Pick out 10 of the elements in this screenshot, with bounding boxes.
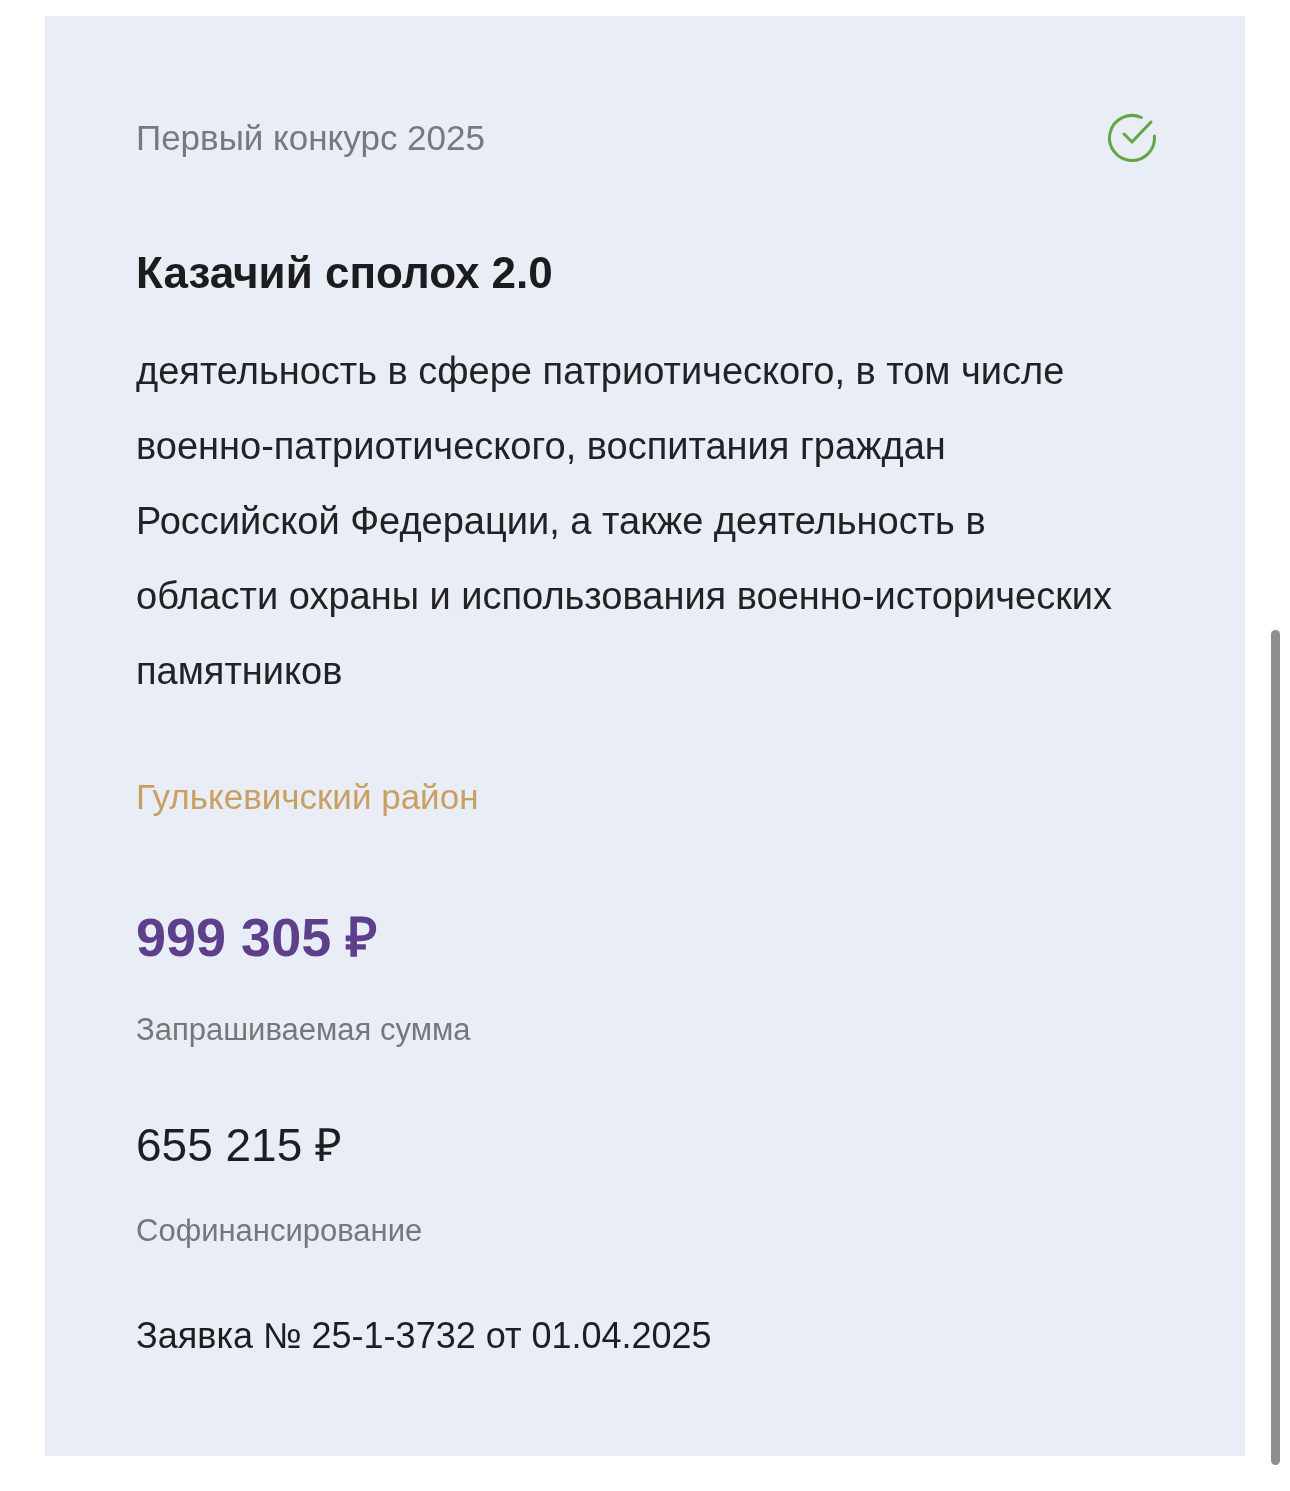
- scrollbar-thumb[interactable]: [1271, 630, 1280, 1465]
- project-title: Казачий сполох 2.0: [136, 247, 554, 299]
- cofinancing-amount: 655 215 ₽: [136, 1118, 344, 1173]
- district-label: Гулькевичский район: [136, 776, 480, 818]
- cofinancing-caption: Софинансирование: [136, 1212, 424, 1250]
- contest-label: Первый конкурс 2025: [136, 117, 485, 159]
- application-number: Заявка № 25-1-3732 от 01.04.2025: [136, 1314, 713, 1358]
- requested-amount-caption: Запрашиваемая сумма: [136, 1011, 472, 1049]
- project-description: деятельность в сфере патриотического, в том числе военно-патриотического, воспитания граждан Российской Федерации, а также деятельность в области охраны и использования военно-исторических памятников: [136, 349, 1113, 694]
- requested-amount: 999 305 ₽: [136, 906, 379, 969]
